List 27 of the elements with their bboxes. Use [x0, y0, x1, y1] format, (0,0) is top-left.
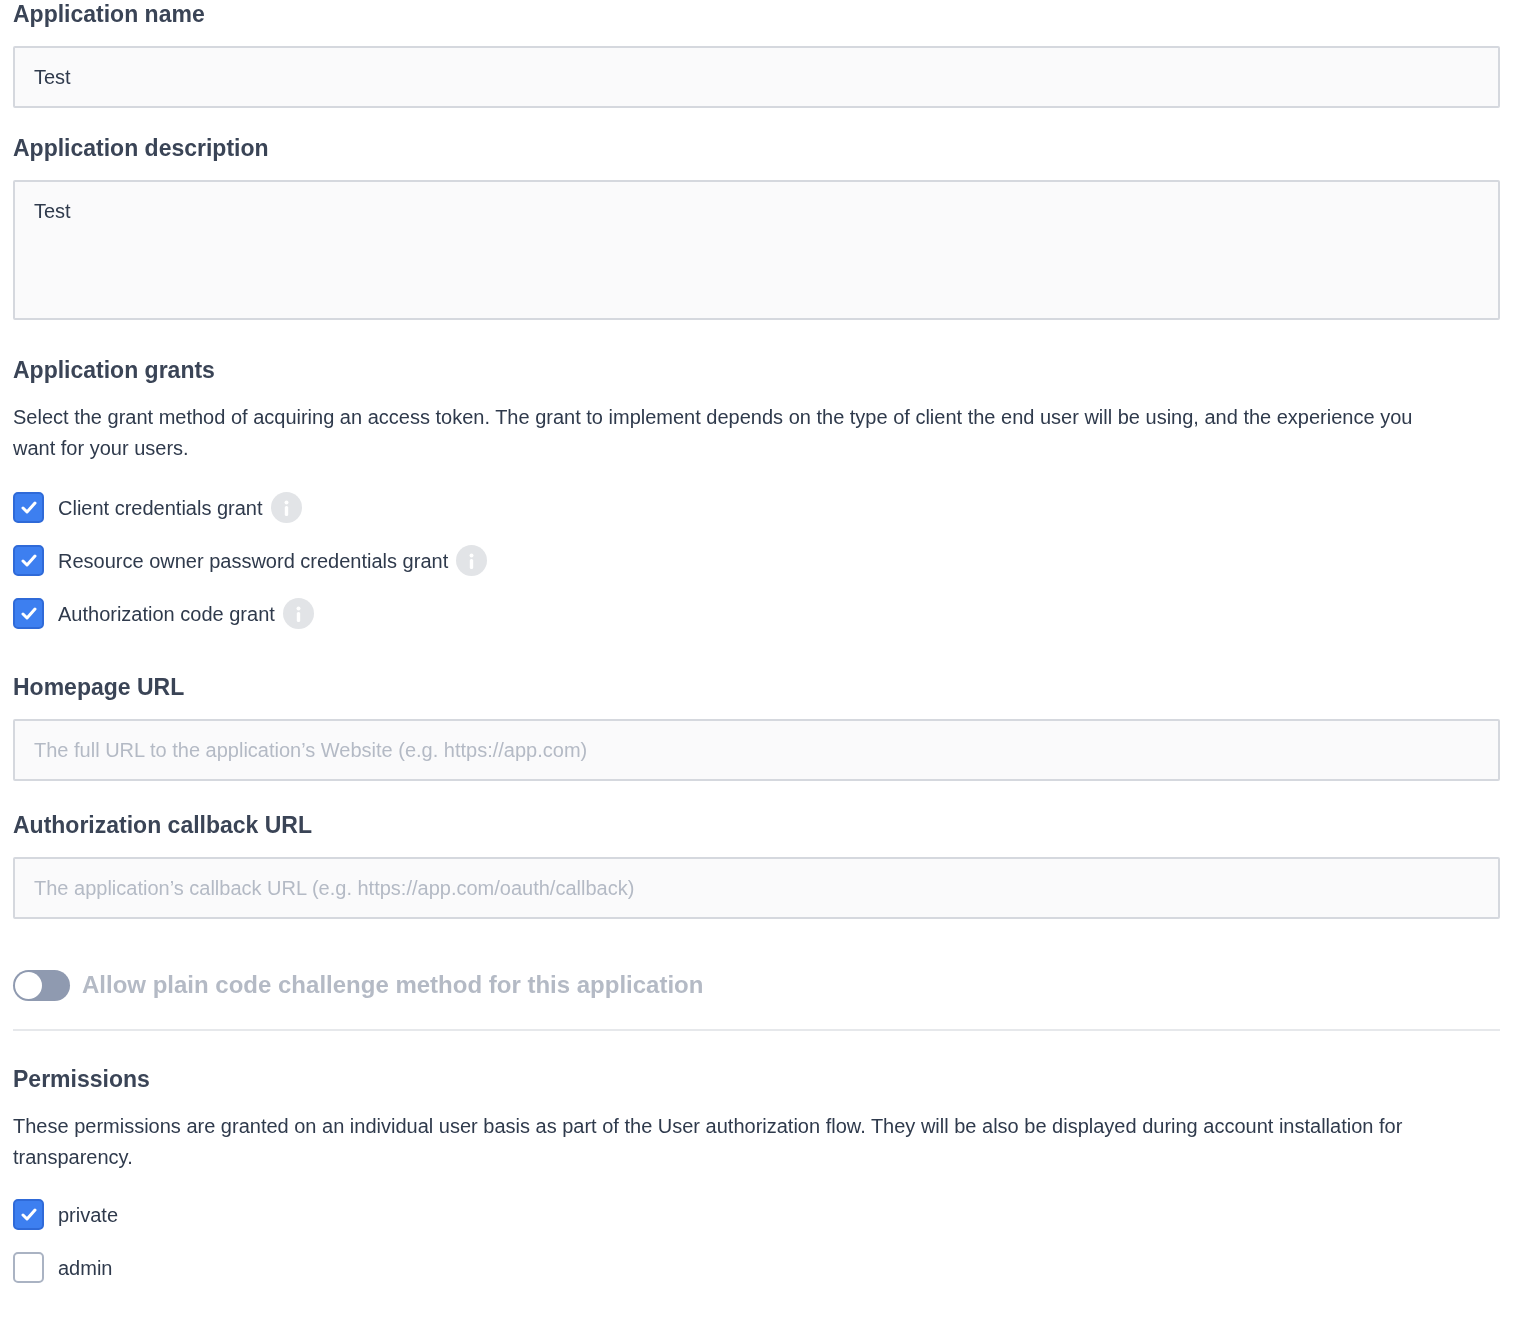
field-label: Authorization callback URL: [13, 812, 313, 840]
checkbox[interactable]: [13, 545, 44, 576]
checkbox-label[interactable]: admin: [58, 1252, 113, 1283]
input-field[interactable]: The application’s callback URL (e.g. https://app.com/oauth/callback): [13, 857, 1500, 919]
checkbox[interactable]: [13, 492, 44, 523]
field-label: Application name: [13, 1, 205, 29]
toggle-label: Allow plain code challenge method for this application: [82, 970, 704, 1000]
checkbox-label[interactable]: Client credentials grant: [58, 492, 263, 523]
input-field[interactable]: Test: [13, 46, 1500, 108]
check-icon: [20, 554, 37, 567]
checkbox[interactable]: [13, 1199, 44, 1230]
checkbox-label[interactable]: Authorization code grant: [58, 598, 275, 629]
checkbox[interactable]: [13, 598, 44, 629]
check-icon: [20, 501, 37, 514]
section-description: These permissions are granted on an individual user basis as part of the User authorization flow. They will be also be displayed during account installation for transparency.: [13, 1114, 1404, 1170]
section-heading: Application grants: [13, 357, 215, 385]
field-label: Homepage URL: [13, 674, 185, 702]
checkbox-label[interactable]: Resource owner password credentials grant: [58, 545, 449, 576]
check-icon: [20, 607, 37, 620]
checkbox[interactable]: [13, 1252, 44, 1283]
textarea-field[interactable]: Test: [13, 180, 1500, 320]
checkbox-label[interactable]: private: [58, 1199, 119, 1230]
field-label: Application description: [13, 135, 269, 163]
section-description: Select the grant method of acquiring an access token. The grant to implement depends on the type of client the end user will be using, and the experience you want for your users.: [13, 405, 1414, 461]
check-icon: [20, 1208, 37, 1221]
input-field[interactable]: The full URL to the application’s Website (e.g. https://app.com): [13, 719, 1500, 781]
section-heading: Permissions: [13, 1066, 150, 1094]
